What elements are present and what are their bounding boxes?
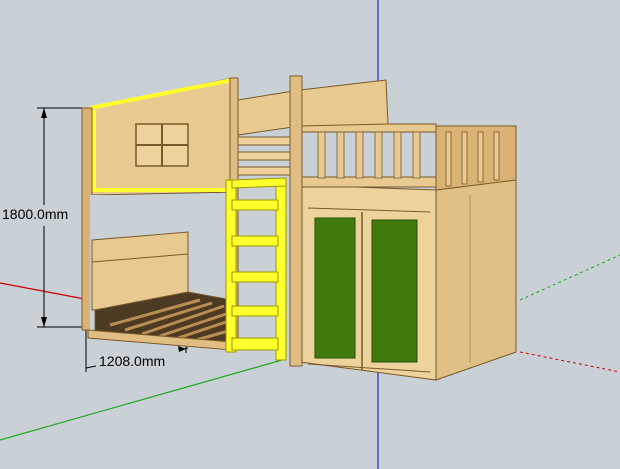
axis-red-dashed <box>519 351 620 373</box>
cabinet-door-left[interactable] <box>314 217 356 359</box>
upper-railing[interactable] <box>299 123 517 191</box>
model-canvas[interactable] <box>0 0 620 469</box>
axis-red-line <box>0 282 91 301</box>
window[interactable] <box>135 123 189 167</box>
corner-post[interactable] <box>289 75 303 367</box>
height-dimension-label[interactable]: 1800.0mm <box>2 206 68 222</box>
ladder-rung-4[interactable] <box>231 305 279 317</box>
axis-green-line <box>0 359 283 441</box>
ladder-rung-3[interactable] <box>231 271 279 283</box>
ladder-rung-5[interactable] <box>231 337 279 351</box>
cabinet-door-right[interactable] <box>371 219 418 363</box>
ladder-rung-1[interactable] <box>231 199 279 211</box>
modeling-viewport[interactable]: 1800.0mm 1208.0mm <box>0 0 620 469</box>
ladder[interactable] <box>225 177 287 361</box>
ladder-rung-2[interactable] <box>231 235 279 247</box>
width-dimension-label[interactable]: 1208.0mm <box>99 353 165 369</box>
axis-green-dashed <box>519 254 620 301</box>
lower-bunk[interactable] <box>87 195 233 351</box>
